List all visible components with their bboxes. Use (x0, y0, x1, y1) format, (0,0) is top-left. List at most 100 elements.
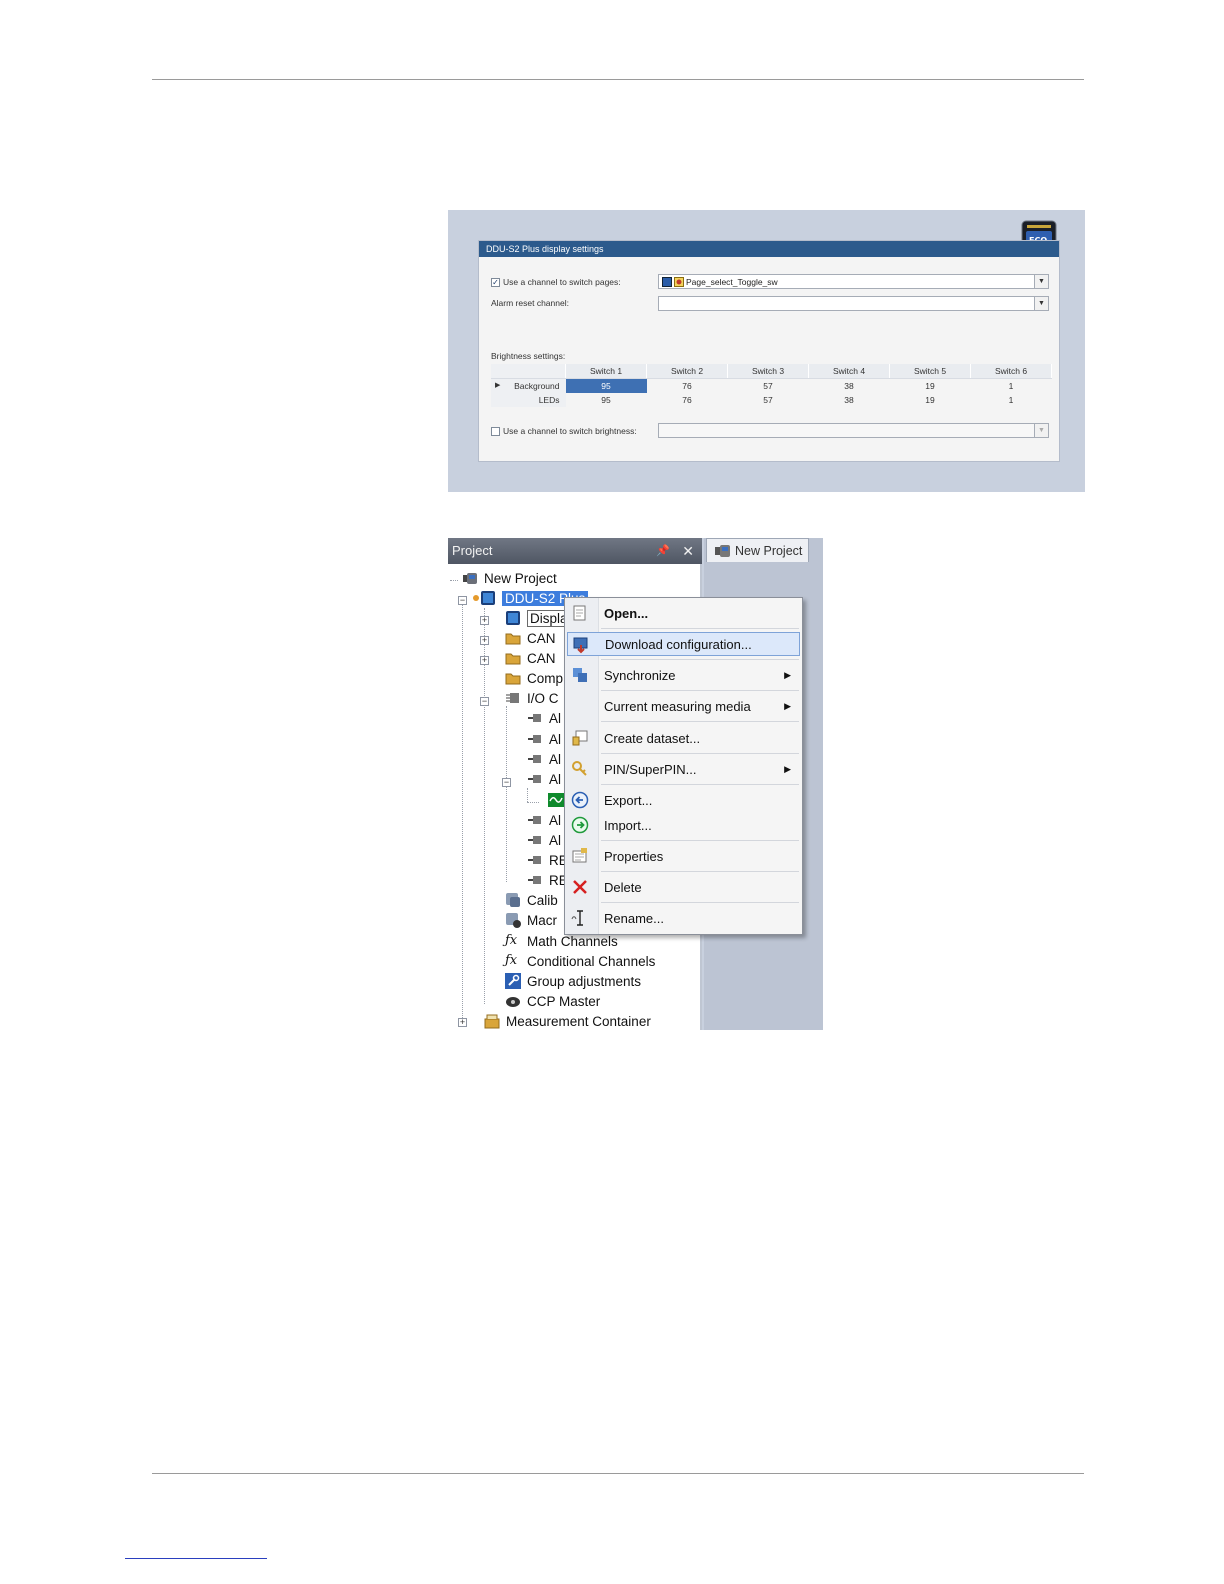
tree-line (484, 608, 485, 1004)
tree-node-comp[interactable]: Comp (505, 669, 563, 687)
expand-icon[interactable]: + (458, 1018, 467, 1027)
table-cell[interactable]: 76 (647, 379, 728, 394)
tree-node-ccp-master[interactable]: CCP Master (505, 992, 600, 1010)
menu-item-export[interactable]: Export... (567, 788, 800, 812)
switch-pages-value: Page_select_Toggle_sw (686, 276, 778, 287)
menu-separator (601, 690, 799, 691)
table-cell[interactable]: 95 (565, 378, 647, 393)
table-row[interactable]: LEDs 95 76 57 38 19 1 (491, 393, 1052, 407)
tab-label: New Project (735, 543, 803, 558)
table-cell[interactable]: 95 (566, 393, 647, 407)
tree-node-output[interactable]: RE (527, 871, 568, 889)
rename-icon (571, 910, 583, 926)
tree-node-macro[interactable]: Macr (505, 911, 557, 929)
close-icon[interactable]: ✕ (682, 538, 694, 564)
tab-new-project[interactable]: New Project (706, 538, 809, 562)
properties-icon (572, 848, 587, 863)
menu-item-pin-superpin[interactable]: PIN/SuperPIN... ▶ (567, 757, 800, 781)
footer-rule (152, 1473, 1084, 1474)
output-channel-icon (528, 876, 541, 884)
table-cell[interactable]: 1 (971, 379, 1052, 394)
tree-line (450, 580, 458, 581)
tree-node-input[interactable]: Al (527, 730, 561, 748)
dropdown-arrow-icon[interactable]: ▼ (1034, 297, 1048, 310)
table-cell[interactable]: 38 (809, 379, 890, 394)
expand-icon[interactable]: + (480, 636, 489, 645)
switch-brightness-combo[interactable]: ▼ (658, 423, 1049, 438)
menu-separator (601, 753, 799, 754)
switch-pages-combo[interactable]: Page_select_Toggle_sw ▼ (658, 274, 1049, 289)
expand-icon[interactable]: + (480, 656, 489, 665)
collapse-icon[interactable]: − (502, 778, 511, 787)
tree-node-new-project[interactable]: New Project (462, 569, 557, 587)
switch-pages-checkbox[interactable]: ✓ (491, 277, 500, 287)
dropdown-arrow-icon[interactable]: ▼ (1034, 275, 1048, 288)
collapse-icon[interactable]: − (480, 697, 489, 706)
pin-icon[interactable]: 📌 (656, 538, 670, 564)
table-cell[interactable]: 1 (971, 393, 1052, 407)
table-row[interactable]: ▶ Background 95 76 57 38 19 1 (491, 378, 1052, 394)
menu-item-create-dataset[interactable]: Create dataset... (567, 726, 800, 750)
table-cell[interactable]: 57 (728, 379, 809, 394)
dropdown-arrow-icon[interactable]: ▼ (1034, 424, 1048, 437)
menu-item-open[interactable]: Open... (567, 601, 800, 625)
alarm-reset-label: Alarm reset channel: (491, 298, 569, 308)
submenu-arrow-icon: ▶ (784, 669, 791, 680)
project-icon (463, 573, 477, 584)
tree-node-input[interactable]: Al (527, 709, 561, 727)
collapse-icon[interactable]: − (458, 596, 467, 605)
signal-icon (548, 793, 564, 807)
expand-icon[interactable]: + (480, 616, 489, 625)
menu-item-download-configuration[interactable]: Download configuration... (567, 632, 800, 656)
tree-node-can[interactable]: CAN (505, 649, 556, 667)
tree-line (506, 706, 507, 882)
column-header: Switch 3 (727, 364, 809, 379)
tree-line (527, 802, 539, 803)
row-header: ▶ Background (491, 378, 566, 393)
tree-node-io[interactable]: I/O C (505, 689, 559, 707)
open-icon (573, 605, 586, 621)
tree-node-measurement-container[interactable]: Measurement Container (484, 1012, 651, 1030)
menu-separator (601, 721, 799, 722)
switch-pages-row: ✓ Use a channel to switch pages: (491, 277, 621, 287)
switch-brightness-checkbox[interactable] (491, 426, 500, 436)
menu-item-properties[interactable]: Properties (567, 844, 800, 868)
menu-item-import[interactable]: Import... (567, 813, 800, 837)
column-header: Switch 1 (565, 364, 647, 379)
context-menu: Open... Download configuration... Synchr… (564, 597, 803, 935)
header-rule (152, 79, 1084, 80)
menu-item-rename[interactable]: Rename... (567, 906, 800, 930)
table-cell[interactable]: 38 (809, 393, 890, 407)
input-channel-icon (528, 714, 541, 722)
project-panel-title: Project (452, 543, 493, 558)
function-icon: ƒx (505, 953, 518, 968)
device-icon (473, 591, 495, 605)
tree-node-conditional-channels[interactable]: ƒx Conditional Channels (505, 952, 655, 970)
tree-node-group-adjustments[interactable]: Group adjustments (505, 972, 641, 990)
table-cell[interactable]: 76 (647, 393, 728, 407)
table-cell[interactable]: 19 (890, 379, 971, 394)
switch-brightness-row: Use a channel to switch brightness: (491, 426, 637, 436)
input-channel-icon (528, 735, 541, 743)
tree-node-input[interactable]: Al (527, 831, 561, 849)
tree-node-input[interactable]: Al (527, 750, 561, 768)
alarm-reset-combo[interactable]: ▼ (658, 296, 1049, 311)
row-selector-icon: ▶ (495, 382, 501, 389)
tree-node-input[interactable]: Al (527, 811, 561, 829)
tree-node-can[interactable]: CAN (505, 629, 556, 647)
alarm-reset-row: Alarm reset channel: (491, 298, 569, 308)
menu-separator (601, 628, 799, 629)
table-cell[interactable]: 19 (890, 393, 971, 407)
menu-item-current-measuring-media[interactable]: Current measuring media ▶ (567, 694, 800, 718)
wrench-icon (505, 973, 521, 989)
tree-node-output[interactable]: RE (527, 851, 568, 869)
footer-link-underline[interactable] (125, 1558, 267, 1559)
table-cell[interactable]: 57 (728, 393, 809, 407)
tree-node-input[interactable]: Al (527, 770, 561, 788)
tree-node-calibration[interactable]: Calib (505, 891, 558, 909)
menu-item-delete[interactable]: Delete (567, 875, 800, 899)
column-header: Switch 4 (808, 364, 890, 379)
tree-line (462, 600, 463, 1024)
menu-item-synchronize[interactable]: Synchronize ▶ (567, 663, 800, 687)
tree-node-display[interactable]: Displa (505, 609, 571, 627)
